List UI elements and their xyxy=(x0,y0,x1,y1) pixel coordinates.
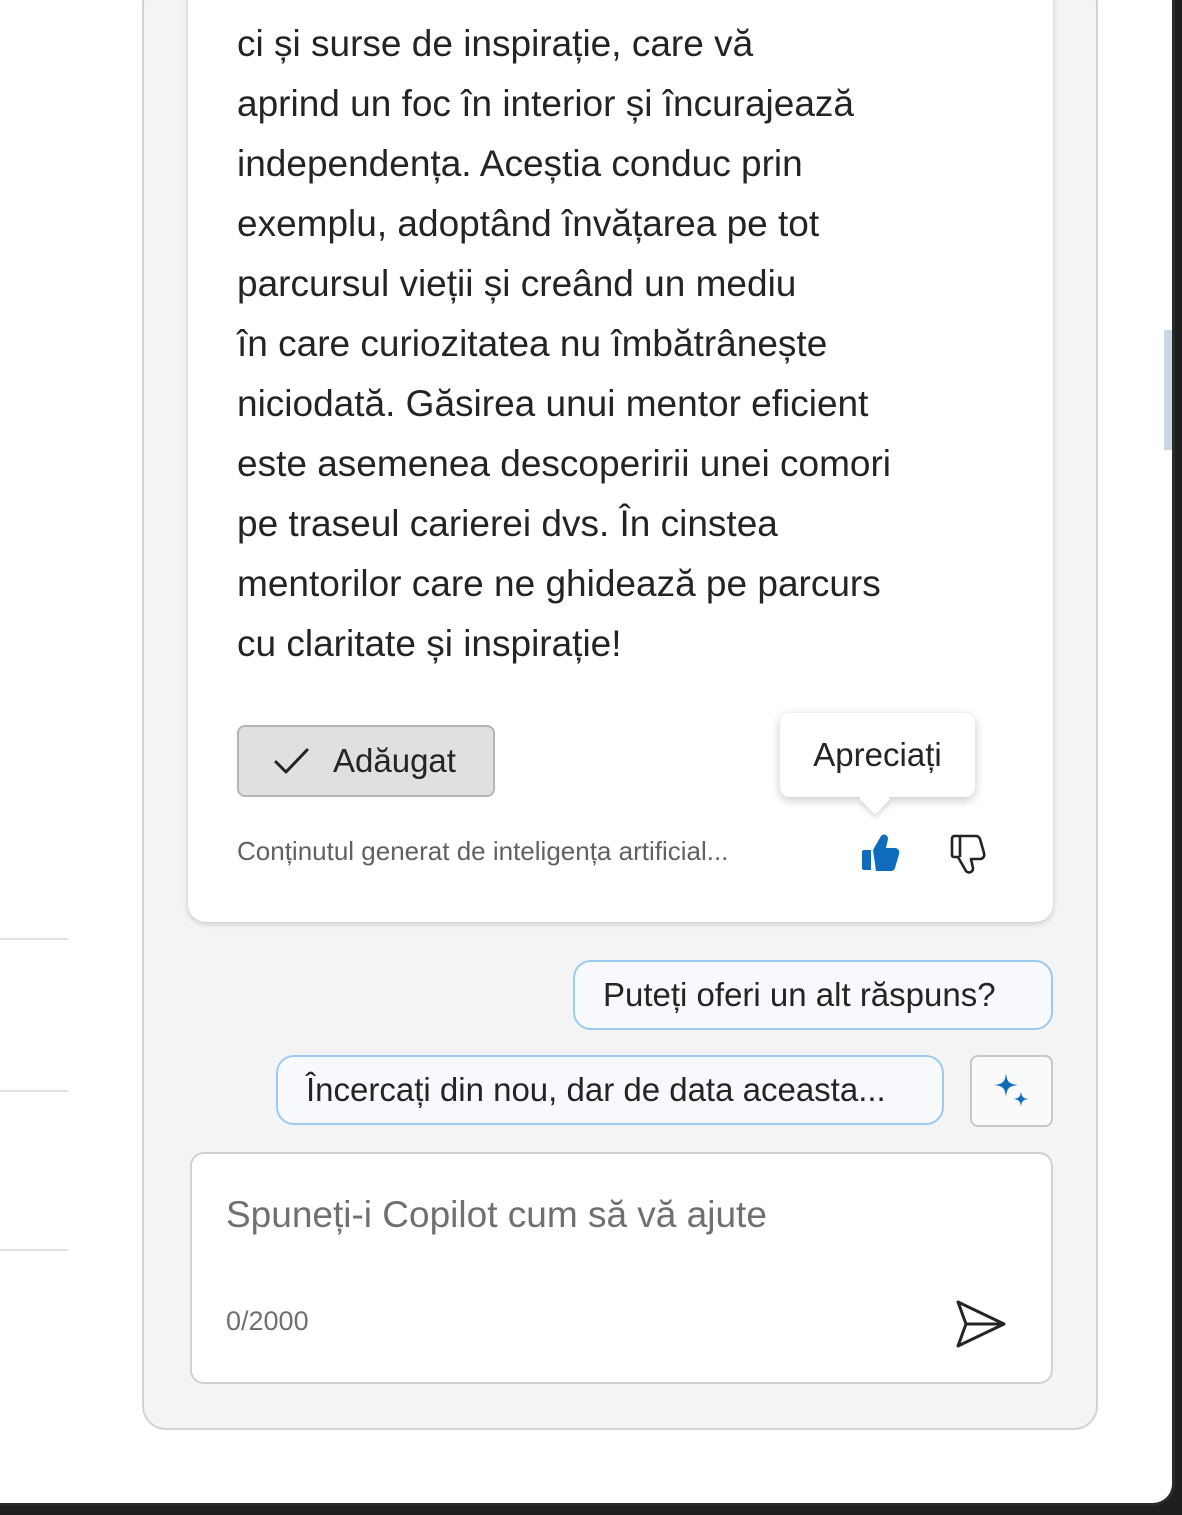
checkmark-icon xyxy=(274,748,309,774)
chat-composer: 0/2000 xyxy=(190,1152,1053,1384)
added-button[interactable]: Adăugat xyxy=(237,725,495,797)
thumbs-down-icon xyxy=(950,834,986,874)
response-line: pe traseul carierei dvs. În cinstea xyxy=(237,503,778,544)
response-line: în care curiozitatea nu îmbătrânește xyxy=(237,323,828,364)
suggestion-chip[interactable]: Puteți oferi un alt răspuns? xyxy=(573,960,1053,1030)
thumbs-up-icon xyxy=(862,834,900,871)
send-icon xyxy=(956,1300,1006,1348)
like-tooltip: Apreciați xyxy=(780,713,975,797)
dislike-button[interactable] xyxy=(944,828,992,876)
response-line: independența. Aceștia conduc prin xyxy=(237,143,803,184)
background-divider xyxy=(0,938,68,940)
response-text: ci și surse de inspirație, care vă aprin… xyxy=(237,14,997,674)
response-line: aprind un foc în interior și încurajează xyxy=(237,83,855,124)
send-button[interactable] xyxy=(950,1294,1010,1354)
sparkle-icon xyxy=(993,1073,1029,1107)
response-line: parcursul vieții și creând un mediu xyxy=(237,263,797,304)
response-line: exemplu, adoptând învățarea pe tot xyxy=(237,203,820,244)
response-line: cu claritate și inspirație! xyxy=(237,623,622,664)
ai-disclaimer: Conținutul generat de inteligența artifi… xyxy=(237,836,729,866)
response-line: ci și surse de inspirație, care vă xyxy=(237,23,754,64)
added-button-label: Adăugat xyxy=(333,742,456,779)
chat-input[interactable] xyxy=(226,1194,926,1236)
suggestion-chip[interactable]: Încercați din nou, dar de data aceasta..… xyxy=(276,1055,944,1125)
background-divider xyxy=(0,1249,68,1251)
like-button[interactable] xyxy=(856,828,904,876)
response-line: niciodată. Găsirea unui mentor eficient xyxy=(237,383,869,424)
background-edge xyxy=(1164,330,1172,450)
app-window: ci și surse de inspirație, care vă aprin… xyxy=(0,0,1175,1506)
character-counter: 0/2000 xyxy=(226,1306,309,1336)
response-line: mentorilor care ne ghidează pe parcurs xyxy=(237,563,881,604)
response-line: este asemenea descoperirii unei comori xyxy=(237,443,892,484)
more-prompts-button[interactable] xyxy=(970,1055,1053,1127)
background-divider xyxy=(0,1090,68,1092)
